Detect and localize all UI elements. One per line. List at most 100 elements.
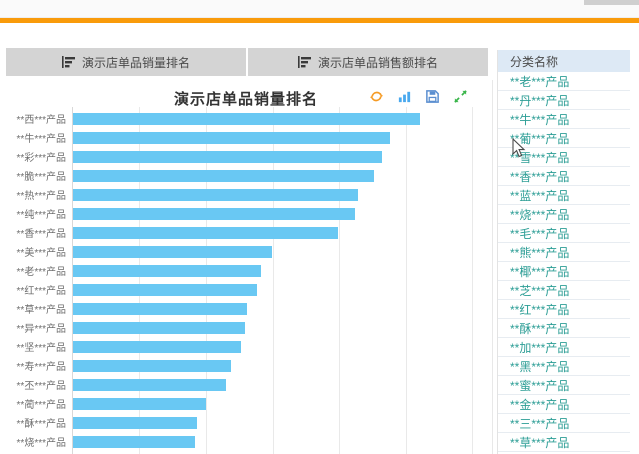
chart-row: **牛***产品 [0,128,493,147]
category-list-item[interactable]: **雪***产品 [498,148,630,167]
y-axis-label: **脆***产品 [0,168,66,183]
tab-sales-amount-ranking[interactable]: 演示店单品销售额排名 [248,48,488,76]
chart-row: **异***产品 [0,318,493,337]
category-list-item[interactable]: **椰***产品 [498,262,630,281]
category-list-item[interactable]: **蓝***产品 [498,186,630,205]
y-axis-label: **美***产品 [0,244,66,259]
category-list-item[interactable]: **草***产品 [498,433,630,452]
bar-track [73,322,473,334]
bar [73,379,226,391]
save-icon[interactable] [425,89,440,104]
sidebar-header: 分类名称 [498,50,630,72]
category-list-item[interactable]: **葡***产品 [498,129,630,148]
y-axis-label: **红***产品 [0,282,66,297]
y-axis-label: **丕***产品 [0,377,66,392]
y-axis-label: **牛***产品 [0,130,66,145]
chart-card: 演示店单品销量排名 [0,80,493,454]
y-axis-label: **西***产品 [0,111,66,126]
bar-track [73,151,473,163]
chart-row: **西***产品 [0,109,493,128]
bar-rows: **西***产品 **牛***产品 **彩***产品 **脆***产品 **热***产品… [0,109,493,451]
top-strip [0,0,639,18]
bar-track [73,246,473,258]
refresh-icon[interactable] [369,89,384,104]
chart-row: **寿***产品 [0,356,493,375]
chart-row: **彩***产品 [0,147,493,166]
chart-row: **老***产品 [0,261,493,280]
category-list-item[interactable]: **熊***产品 [498,243,630,262]
category-list-item[interactable]: **牛***产品 [498,110,630,129]
bar-track [73,417,473,429]
bar-track [73,132,473,144]
sidebar-list: **老***产品**丹***产品**牛***产品**葡***产品**雪***产品… [498,72,630,452]
y-axis-label: **草***产品 [0,301,66,316]
chart-row: **美***产品 [0,242,493,261]
bar [73,265,261,277]
bar [73,398,206,410]
bar [73,189,358,201]
bar-chart-plot: **西***产品 **牛***产品 **彩***产品 **脆***产品 **热***产品… [0,107,493,454]
y-axis-label: **纯***产品 [0,206,66,221]
bar [73,151,382,163]
category-list-item[interactable]: **红***产品 [498,300,630,319]
category-list-item[interactable]: **香***产品 [498,167,630,186]
y-axis-label: **彩***产品 [0,149,66,164]
window-chrome-corner [584,0,639,5]
orange-accent-bar [0,18,639,23]
bar-track [73,398,473,410]
chart-row: **草***产品 [0,299,493,318]
y-axis-label: **坚***产品 [0,339,66,354]
category-list-item[interactable]: **酥***产品 [498,319,630,338]
category-sidebar: 分类名称 **老***产品**丹***产品**牛***产品**葡***产品**雪… [497,50,630,454]
category-list-item[interactable]: **丹***产品 [498,91,630,110]
y-axis-label: **老***产品 [0,263,66,278]
chart-row: **酥***产品 [0,413,493,432]
bar-track [73,113,473,125]
chart-row: **烧***产品 [0,432,493,451]
fullscreen-expand-icon[interactable] [453,89,468,104]
bar-track [73,227,473,239]
bar-track [73,436,473,448]
bar [73,246,272,258]
category-list-item[interactable]: **蜜***产品 [498,376,630,395]
bar-track [73,284,473,296]
ranking-bars-icon [298,56,311,68]
category-list-item[interactable]: **加***产品 [498,338,630,357]
bar [73,132,390,144]
ranking-bars-icon [62,56,75,68]
chart-row: **热***产品 [0,185,493,204]
category-list-item[interactable]: **毛***产品 [498,224,630,243]
y-axis-label: **酥***产品 [0,415,66,430]
bar-chart-icon[interactable] [397,89,412,104]
category-list-item[interactable]: **金***产品 [498,395,630,414]
chart-row: **脆***产品 [0,166,493,185]
bar-track [73,360,473,372]
y-axis-label: **异***产品 [0,320,66,335]
y-axis-label: **蔺***产品 [0,396,66,411]
chart-row: **蔺***产品 [0,394,493,413]
bar [73,113,420,125]
bar [73,360,231,372]
bar [73,303,247,315]
bar [73,436,195,448]
bar [73,208,355,220]
category-list-item[interactable]: **老***产品 [498,72,630,91]
y-axis-label: **烧***产品 [0,434,66,449]
category-list-item[interactable]: **三***产品 [498,414,630,433]
category-list-item[interactable]: **芝***产品 [498,281,630,300]
bar [73,322,245,334]
category-list-item[interactable]: **烧***产品 [498,205,630,224]
tab-sales-quantity-ranking[interactable]: 演示店单品销量排名 [6,48,246,76]
bar-track [73,341,473,353]
bar-track [73,208,473,220]
report-tabs: 演示店单品销量排名 演示店单品销售额排名 [6,48,488,76]
bar-track [73,170,473,182]
bar [73,417,197,429]
bar [73,284,257,296]
chart-row: **纯***产品 [0,204,493,223]
chart-row: **丕***产品 [0,375,493,394]
chart-row: **香***产品 [0,223,493,242]
category-list-item[interactable]: **黑***产品 [498,357,630,376]
y-axis-label: **热***产品 [0,187,66,202]
bar [73,170,374,182]
